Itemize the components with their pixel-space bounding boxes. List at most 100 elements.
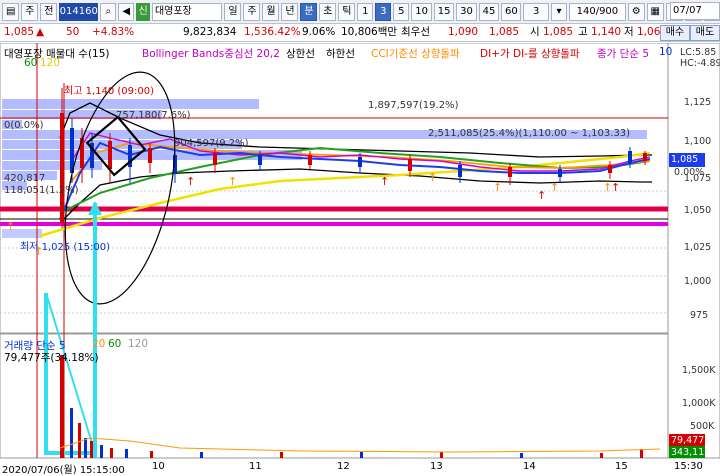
high-marker: 최고 1,140 (09:00): [64, 86, 155, 97]
svg-text:↑: ↑: [537, 189, 546, 202]
price-axis-label: 975: [690, 310, 709, 321]
volume-ma-tag-value: 343,11: [671, 447, 705, 458]
legend-cci: CCI기준선 상향돌파: [371, 48, 460, 60]
interval-45[interactable]: 45: [478, 2, 500, 21]
top-toolbar: ▤ 주 전 014160 ⌕ ◀ 신 대영포장 일 주 월 년 분 초 틱 1 …: [0, 0, 720, 24]
legend-close-ma-10: 10: [659, 46, 673, 58]
volume-tag-value: 79,477: [671, 435, 705, 446]
interval-15[interactable]: 15: [433, 2, 455, 21]
volume-legend-120: 120: [128, 338, 149, 350]
x-axis-date: 10: [152, 461, 165, 472]
svg-text:↑: ↑: [6, 220, 15, 233]
settings-icon[interactable]: ⚙: [627, 2, 645, 21]
speaker-icon[interactable]: ◀: [118, 2, 135, 21]
price-change: 50: [66, 26, 80, 38]
price-axis-label: 1,025: [684, 242, 712, 253]
volume-value: 79,477주(34.18%): [4, 352, 99, 364]
legend-dmi: DI+가 DI-를 상향돌파: [480, 48, 580, 60]
volume-axis-label: 1,500K: [682, 365, 716, 376]
volume: 9,823,834: [183, 26, 237, 38]
stock-name-field[interactable]: 대영포장: [151, 2, 223, 21]
interval-60[interactable]: 60: [501, 2, 522, 21]
change-percent: +4.83%: [92, 26, 135, 38]
turnover-rate: 9.06%: [302, 26, 336, 38]
period-second[interactable]: 초: [319, 2, 337, 21]
best-bid: 1,085: [489, 26, 520, 38]
current-price: 1,085: [4, 26, 35, 38]
interval-3[interactable]: 3: [375, 2, 392, 21]
chevron-down-icon[interactable]: ▾: [551, 2, 568, 21]
period-minute[interactable]: 분: [300, 2, 318, 21]
period-week[interactable]: 주: [243, 2, 261, 21]
interval-1[interactable]: 1: [357, 2, 374, 21]
market-select-button[interactable]: 주: [21, 2, 39, 21]
svg-text:↑: ↑: [428, 171, 437, 184]
x-axis-time: 15:30: [674, 461, 703, 472]
interval-30[interactable]: 30: [456, 2, 477, 21]
volume-axis-label: 500K: [690, 421, 715, 432]
quote-bar: 1,085 ▲ 50 +4.83% 9,823,834 1,536.42% 9.…: [0, 24, 720, 42]
chart-menu-button[interactable]: ▤: [2, 2, 20, 21]
date-field[interactable]: 07/07: [670, 2, 720, 20]
best-ask-label: 최우선: [401, 26, 430, 38]
svg-text:↑: ↑: [611, 181, 620, 194]
legend-close-ma: 종가 단순 5: [597, 48, 649, 60]
high-price: 1,140: [591, 26, 622, 38]
period-day[interactable]: 일: [224, 2, 242, 21]
low-marker: 최저 1,025 (15:00): [20, 242, 111, 253]
prev-button[interactable]: 전: [40, 2, 58, 21]
calendar-icon[interactable]: ▦: [646, 2, 664, 21]
open-label: 시: [530, 26, 540, 38]
high-label: 고: [578, 26, 588, 38]
current-price-change: 0.00%: [674, 167, 705, 178]
svg-text:↑: ↑: [493, 181, 502, 194]
open-price: 1,085: [543, 26, 574, 38]
volume-panel: [0, 333, 669, 459]
volume-percent: 1,536.42%: [244, 26, 301, 38]
buy-button[interactable]: 매수: [660, 25, 690, 41]
x-axis-date: 11: [249, 461, 262, 472]
period-tick[interactable]: 틱: [338, 2, 356, 21]
legend-lower: 하한선: [326, 48, 355, 60]
count-field[interactable]: 140/900: [569, 2, 626, 21]
volume-profile-label: 1,897,597(19.2%): [368, 100, 459, 111]
volume-profile-label: 904,597(9.2%): [174, 138, 249, 149]
volume-profile-label: 757,180(7.6%): [116, 110, 191, 121]
volume-profile-label: 420,817: [4, 173, 46, 184]
price-chart-svg[interactable]: ↑ ↑ ↑ ↑ ↑ ↑ ↑ ↑ ↑ ↑ ↑: [0, 42, 720, 476]
legend-bollinger: Bollinger Bands중심선 20,2: [142, 48, 280, 60]
legend-ma-60: 60: [24, 57, 38, 69]
low-label: 저: [624, 26, 634, 38]
up-arrow-icon: ▲: [36, 26, 45, 38]
interval-5[interactable]: 5: [393, 2, 410, 21]
sell-button[interactable]: 매도: [690, 25, 720, 41]
hc-value: HC:-4.89: [680, 58, 720, 69]
x-axis-date: 13: [430, 461, 443, 472]
volume-profile-label: 118,051(1.2%): [4, 185, 79, 196]
x-axis-date: 15: [615, 461, 628, 472]
price-axis-label: 1,100: [684, 136, 712, 147]
legend-upper: 상한선: [286, 48, 315, 60]
credit-badge: 신: [136, 2, 150, 21]
interval-select[interactable]: 3: [523, 2, 550, 21]
best-ask: 1,090: [448, 26, 479, 38]
search-icon[interactable]: ⌕: [100, 2, 117, 21]
stock-code-input[interactable]: 014160: [59, 2, 99, 21]
svg-text:↑: ↑: [228, 175, 237, 188]
period-month[interactable]: 월: [262, 2, 280, 21]
interval-10[interactable]: 10: [411, 2, 432, 21]
svg-text:↑: ↑: [550, 181, 559, 194]
volume-profile-label: 2,511,085(25.4%)(1,110.00 ~ 1,103.33): [428, 128, 631, 139]
trade-amount: 10,806백만: [341, 26, 398, 38]
volume-profile-bar: [2, 99, 259, 109]
current-price-value: 1,085: [671, 154, 699, 165]
svg-text:↑: ↑: [380, 175, 389, 188]
chart-area: ↑ ↑ ↑ ↑ ↑ ↑ ↑ ↑ ↑ ↑ ↑ 대영포장 매물대 수(15) Bol…: [0, 42, 720, 476]
volume-legend-60: 60: [108, 338, 122, 350]
x-axis-date: 12: [337, 461, 350, 472]
svg-text:↑: ↑: [186, 175, 195, 188]
volume-legend-20: 20: [92, 338, 106, 350]
x-axis-date: 2020/07/06(월) 15:15:00: [2, 465, 125, 476]
price-axis-label: 1,050: [684, 205, 712, 216]
period-year[interactable]: 년: [281, 2, 299, 21]
